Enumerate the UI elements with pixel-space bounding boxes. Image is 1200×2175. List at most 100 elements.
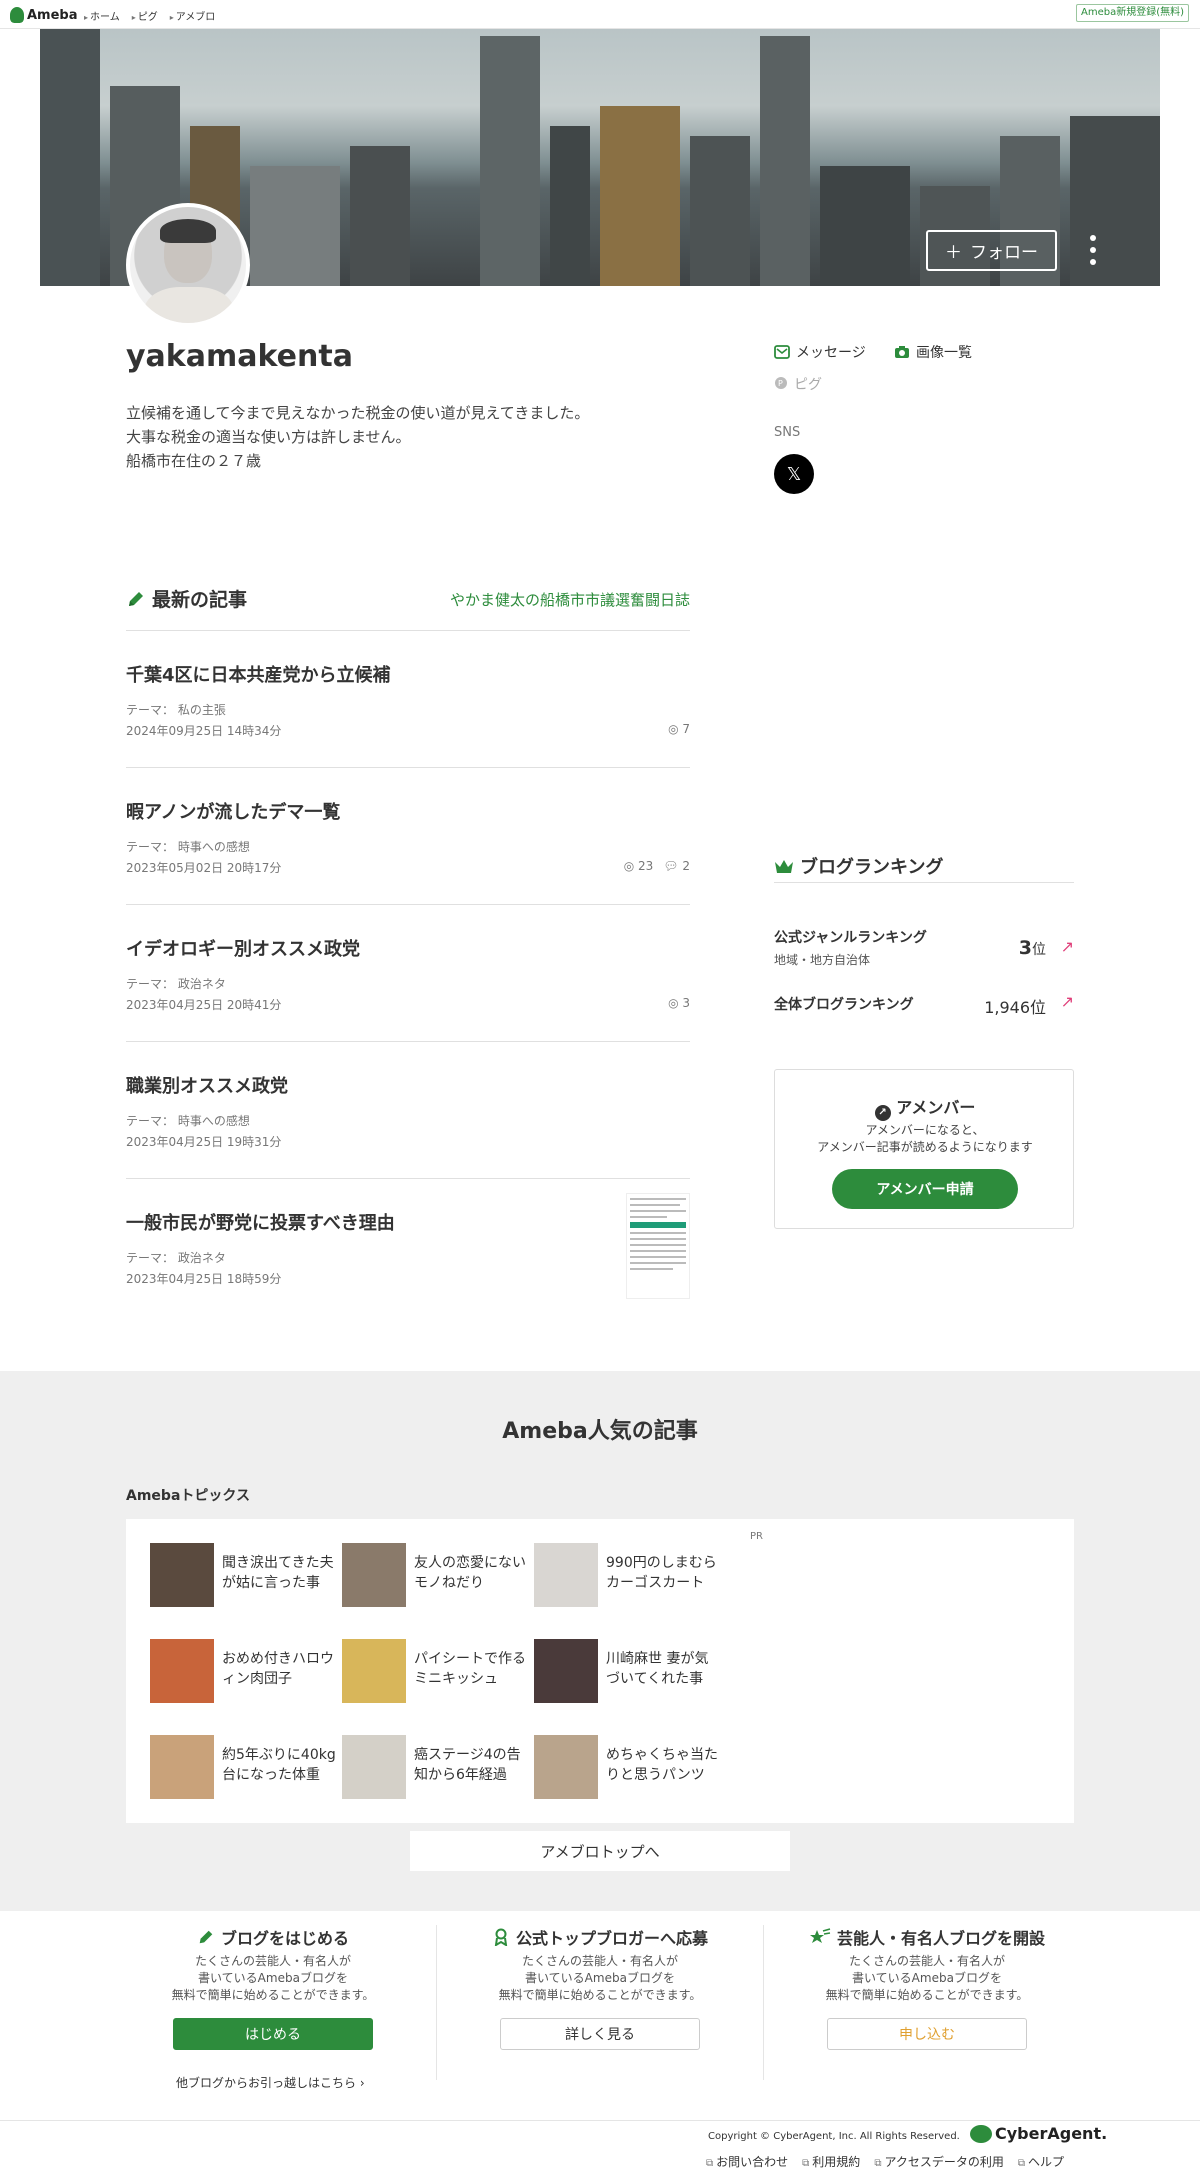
article-title[interactable]: 職業別オススメ政党	[126, 1072, 288, 1098]
celebrity-blog-title: 芸能人・有名人ブログを開設	[836, 1929, 1045, 1948]
genre-ranking-label: 公式ジャンルランキング	[774, 930, 927, 946]
plus-icon: ＋	[945, 243, 962, 263]
topic-image[interactable]	[342, 1543, 406, 1607]
profile-avatar[interactable]	[126, 203, 250, 327]
article-item[interactable]: 千葉4区に日本共産党から立候補 テーマ： 私の主張 2024年09月25日 14…	[126, 631, 690, 768]
ameba-logo[interactable]: Ameba	[10, 6, 78, 24]
genre-ranking-row[interactable]: 公式ジャンルランキング 地域・地方自治体 3位 ↗	[774, 925, 1074, 967]
image-list-label: 画像一覧	[916, 345, 972, 361]
article-stats: ◎ 23 💬︎ 2	[624, 859, 690, 873]
topic-text[interactable]: めちゃくちゃ当たりと思うパンツ	[606, 1745, 720, 1785]
topic-text[interactable]: 聞き涙出てきた夫が姑に言った事	[222, 1553, 336, 1593]
comment-count[interactable]: 💬︎ 2	[663, 859, 690, 873]
x-social-button[interactable]: 𝕏	[774, 454, 814, 494]
celebrity-blog-heading: 芸能人・有名人ブログを開設	[764, 1925, 1090, 1949]
article-theme[interactable]: テーマ： 時事への感想	[126, 1112, 250, 1129]
amember-apply-button[interactable]: アメンバー申請	[832, 1169, 1018, 1209]
cyberagent-logo[interactable]: CyberAgent.	[970, 2124, 1107, 2143]
footer-divider	[0, 2120, 1200, 2121]
latest-articles-header: 最新の記事 やかま健太の船橋市市議選奮闘日誌	[126, 585, 690, 631]
blog-owner-name[interactable]: yakamakenta	[126, 339, 353, 374]
image-list-link[interactable]: 画像一覧	[894, 342, 972, 362]
amember-description: アメンバーになると、 アメンバー記事が読めるようになります	[775, 1122, 1075, 1156]
footer-link-help[interactable]: ヘルプ	[1018, 2153, 1064, 2170]
breadcrumb-ameblo[interactable]: アメブロ	[170, 8, 216, 23]
article-date: 2023年04月25日 19時31分	[126, 1135, 282, 1149]
topic-image[interactable]	[534, 1735, 598, 1799]
amember-description-line: アメンバー記事が読めるようになります	[817, 1140, 1033, 1154]
blog-migration-link[interactable]: 他ブログからお引っ越しはこちら ›	[176, 2074, 365, 2091]
topic-item[interactable]: 癌ステージ4の告知から6年経過	[342, 1735, 528, 1799]
message-link[interactable]: メッセージ	[774, 342, 866, 362]
signup-button[interactable]: Ameba新規登録(無料)	[1076, 4, 1190, 22]
view-count-value: 23	[638, 859, 654, 873]
topic-item[interactable]: パイシートで作るミニキッシュ	[342, 1639, 528, 1703]
profile-description-line: 立候補を通して今まで見えなかった税金の使い道が見えてきました。	[126, 404, 590, 422]
topic-image[interactable]	[150, 1639, 214, 1703]
topic-image[interactable]	[342, 1639, 406, 1703]
article-title[interactable]: 一般市民が野党に投票すべき理由	[126, 1209, 395, 1235]
topic-image[interactable]	[150, 1543, 214, 1607]
x-logo-icon: 𝕏	[786, 463, 802, 485]
article-title[interactable]: イデオロギー別オススメ政党	[126, 935, 360, 961]
topic-text[interactable]: 約5年ぶりに40kg台になった体重	[222, 1745, 336, 1785]
footer-link-access-data[interactable]: アクセスデータの利用	[874, 2153, 1003, 2170]
overall-ranking-row[interactable]: 全体ブログランキング 1,946位 ↗	[774, 992, 1074, 1032]
topic-image[interactable]	[534, 1543, 598, 1607]
article-item[interactable]: 暇アノンが流したデマ一覧 テーマ： 時事への感想 2023年05月02日 20時…	[126, 768, 690, 905]
sns-label: SNS	[774, 425, 801, 440]
topic-item[interactable]: 川崎麻世 妻が気づいてくれた事	[534, 1639, 720, 1703]
genre-rank-unit: 位	[1032, 942, 1046, 958]
topic-text[interactable]: 990円のしまむらカーゴスカート	[606, 1553, 720, 1593]
celebrity-apply-button[interactable]: 申し込む	[827, 2018, 1027, 2050]
blog-title-link[interactable]: やかま健太の船橋市市議選奮闘日誌	[450, 589, 690, 610]
article-title[interactable]: 暇アノンが流したデマ一覧	[126, 798, 340, 824]
ameba-logo-text: Ameba	[27, 7, 78, 23]
article-date: 2024年09月25日 14時34分	[126, 724, 282, 738]
topic-text[interactable]: おめめ付きハロウィン肉団子	[222, 1649, 336, 1689]
article-theme[interactable]: テーマ： 政治ネタ	[126, 1249, 226, 1266]
article-item[interactable]: 一般市民が野党に投票すべき理由 テーマ： 政治ネタ 2023年04月25日 18…	[126, 1179, 690, 1316]
topic-item[interactable]: 990円のしまむらカーゴスカート	[534, 1543, 720, 1607]
article-thumbnail[interactable]	[626, 1193, 690, 1299]
start-blog-block: ブログをはじめる たくさんの芸能人・有名人が 書いているAmebaブログを 無料…	[110, 1925, 436, 2085]
breadcrumb-pigg[interactable]: ピグ	[132, 8, 158, 23]
topic-item[interactable]: 友人の恋愛にないモノねだり	[342, 1543, 528, 1607]
article-theme[interactable]: テーマ： 私の主張	[126, 701, 226, 718]
topic-item[interactable]: 聞き涙出てきた夫が姑に言った事	[150, 1543, 336, 1607]
topic-text[interactable]: 友人の恋愛にないモノねだり	[414, 1553, 528, 1593]
topic-image[interactable]	[150, 1735, 214, 1799]
cyberagent-logo-icon	[970, 2124, 992, 2143]
pigg-link[interactable]: P ピグ	[774, 374, 822, 394]
follow-button[interactable]: ＋ フォロー	[926, 230, 1057, 271]
footer-link-contact[interactable]: お問い合わせ	[706, 2153, 788, 2170]
article-theme[interactable]: テーマ： 時事への感想	[126, 838, 250, 855]
topic-item[interactable]: 約5年ぶりに40kg台になった体重	[150, 1735, 336, 1799]
ameblo-top-button[interactable]: アメブロトップへ	[410, 1831, 790, 1871]
start-blog-button[interactable]: はじめる	[173, 2018, 373, 2050]
topic-text[interactable]: 癌ステージ4の告知から6年経過	[414, 1745, 528, 1785]
view-count-value: 7	[682, 722, 690, 736]
footer-links: お問い合わせ 利用規約 アクセスデータの利用 ヘルプ	[706, 2153, 1064, 2170]
footer-link-terms[interactable]: 利用規約	[802, 2153, 860, 2170]
topic-item[interactable]: おめめ付きハロウィン肉団子	[150, 1639, 336, 1703]
topics-grid: PR 聞き涙出てきた夫が姑に言った事 友人の恋愛にないモノねだり 990円のしま…	[126, 1519, 1074, 1823]
eye-icon: ◎	[623, 859, 639, 873]
topic-image[interactable]	[534, 1639, 598, 1703]
rank-up-arrow-icon: ↗	[1060, 992, 1074, 1011]
profile-description: 立候補を通して今まで見えなかった税金の使い道が見えてきました。 大事な税金の適当…	[126, 401, 589, 473]
breadcrumb-home[interactable]: ホーム	[84, 8, 120, 23]
ameba-logo-icon	[10, 7, 24, 23]
profile-description-line: 大事な税金の適当な使い方は許しません。	[126, 428, 411, 446]
article-item[interactable]: イデオロギー別オススメ政党 テーマ： 政治ネタ 2023年04月25日 20時4…	[126, 905, 690, 1042]
more-menu-button[interactable]	[1087, 235, 1099, 265]
article-theme[interactable]: テーマ： 政治ネタ	[126, 975, 226, 992]
topic-text[interactable]: 川崎麻世 妻が気づいてくれた事	[606, 1649, 720, 1689]
topic-text[interactable]: パイシートで作るミニキッシュ	[414, 1649, 528, 1689]
article-item[interactable]: 職業別オススメ政党 テーマ： 時事への感想 2023年04月25日 19時31分	[126, 1042, 690, 1179]
topic-item[interactable]: めちゃくちゃ当たりと思うパンツ	[534, 1735, 720, 1799]
top-blogger-details-button[interactable]: 詳しく見る	[500, 2018, 700, 2050]
comment-icon: 💬︎	[663, 859, 683, 873]
article-title[interactable]: 千葉4区に日本共産党から立候補	[126, 661, 391, 687]
topic-image[interactable]	[342, 1735, 406, 1799]
